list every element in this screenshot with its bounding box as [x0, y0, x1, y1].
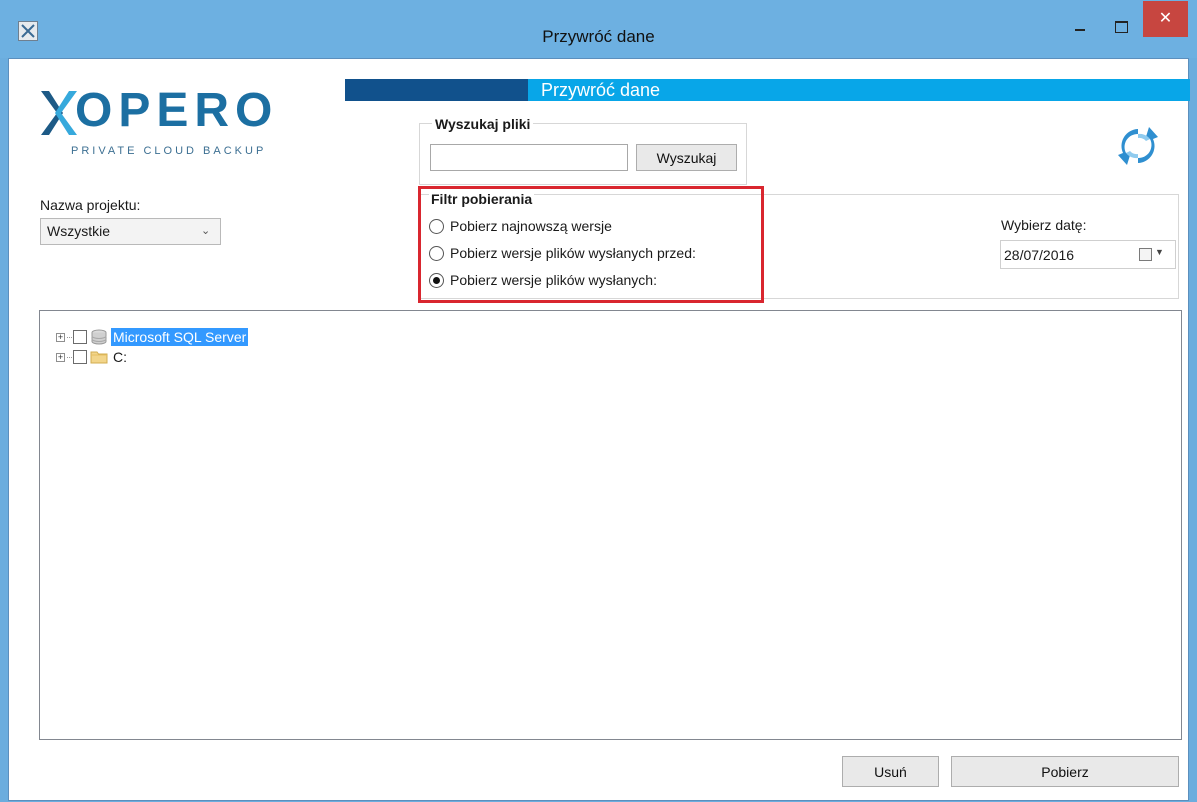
calendar-icon[interactable] [1139, 248, 1152, 261]
project-label: Nazwa projektu: [40, 197, 141, 213]
logo-wordmark: OPERO [75, 84, 279, 137]
radio-label-latest: Pobierz najnowszą wersje [450, 218, 612, 234]
header-band-dark [345, 79, 528, 101]
radio-button-latest[interactable] [429, 218, 444, 234]
project-select[interactable]: Wszystkie ⌄ [40, 218, 221, 245]
project-select-value: Wszystkie [47, 223, 110, 239]
tree-connector [67, 356, 72, 358]
radio-label-before: Pobierz wersje plików wysłanych przed: [450, 245, 696, 261]
radio-option-latest[interactable]: Pobierz najnowszą wersje [429, 216, 612, 236]
database-icon [91, 329, 107, 345]
tree-node-sql-server[interactable]: + Microsoft SQL Server [56, 327, 249, 347]
search-group: Wyszukaj pliki Wyszukaj [419, 116, 747, 185]
download-button[interactable]: Pobierz [951, 756, 1179, 787]
search-input[interactable] [430, 144, 628, 171]
radio-option-sent[interactable]: Pobierz wersje plików wysłanych: [429, 270, 657, 290]
title-bar[interactable]: Przywróć dane ✕ [0, 0, 1197, 58]
tree-connector [67, 336, 72, 338]
search-button[interactable]: Wyszukaj [636, 144, 737, 171]
filter-group-legend: Filtr pobierania [429, 191, 535, 207]
header-band: Przywróć dane [345, 79, 1190, 101]
page-title: Przywróć dane [541, 80, 661, 100]
tree-node-label[interactable]: Microsoft SQL Server [111, 328, 249, 346]
date-value: 28/07/2016 [1004, 247, 1075, 263]
window-content: OPERO PRIVATE CLOUD BACKUP Przywróć dane… [8, 58, 1190, 801]
chevron-down-icon[interactable]: ▼ [1155, 247, 1164, 257]
close-button[interactable]: ✕ [1143, 1, 1188, 37]
date-label: Wybierz datę: [1001, 217, 1087, 233]
date-picker[interactable]: 28/07/2016 ▼ [1000, 240, 1176, 269]
logo-x-mark [41, 91, 77, 135]
refresh-icon[interactable] [1115, 123, 1161, 169]
radio-option-before[interactable]: Pobierz wersje plików wysłanych przed: [429, 243, 696, 263]
radio-button-before[interactable] [429, 245, 444, 261]
delete-button[interactable]: Usuń [842, 756, 939, 787]
minimize-button[interactable] [1065, 16, 1095, 38]
search-group-legend: Wyszukaj pliki [432, 116, 534, 132]
file-tree[interactable]: + Microsoft SQL Server + C: [39, 310, 1182, 740]
window-title: Przywróć dane [542, 27, 655, 46]
maximize-button[interactable] [1106, 16, 1136, 38]
checkbox[interactable] [73, 350, 87, 364]
expand-icon[interactable]: + [56, 352, 65, 362]
radio-label-sent: Pobierz wersje plików wysłanych: [450, 272, 657, 288]
app-window: Przywróć dane ✕ OPERO PRIVATE CLOUD BACK… [0, 0, 1197, 802]
xopero-logo: OPERO PRIVATE CLOUD BACKUP [39, 83, 299, 167]
tree-node-c-drive[interactable]: + C: [56, 347, 129, 367]
tree-node-label[interactable]: C: [111, 348, 129, 366]
radio-button-sent[interactable] [429, 272, 444, 288]
expand-icon[interactable]: + [56, 332, 65, 342]
chevron-down-icon: ⌄ [201, 225, 211, 237]
checkbox[interactable] [73, 330, 87, 344]
folder-icon [90, 351, 108, 364]
logo-tagline: PRIVATE CLOUD BACKUP [71, 145, 267, 157]
